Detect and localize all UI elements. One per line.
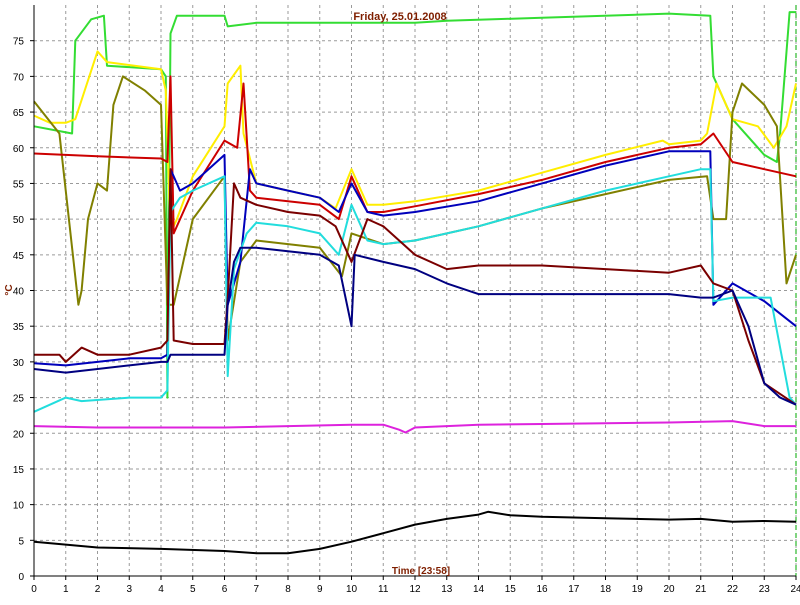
chart-title: Friday, 25.01.2008 — [353, 11, 446, 23]
x-tick-label: 18 — [600, 584, 612, 595]
y-tick-label: 35 — [13, 322, 25, 333]
x-axis-title: Time [23:58] — [392, 566, 450, 577]
y-tick-label: 55 — [13, 179, 25, 190]
line-chart: 0 1 2 3 4 5 6 7 8 9 10 11 12 13 14 15 16 17 18 19 20 21 22 23 24… — [0, 0, 800, 600]
x-tick-label: 8 — [285, 584, 291, 595]
x-tick-label: 13 — [441, 584, 453, 595]
x-tick-label: 16 — [536, 584, 548, 595]
y-tick-label: 5 — [18, 536, 24, 547]
x-tick-label: 5 — [190, 584, 196, 595]
y-tick-label: 60 — [13, 144, 25, 155]
y-tick-label: 0 — [18, 572, 24, 583]
x-tick-label: 11 — [378, 584, 389, 595]
x-tick-label: 10 — [346, 584, 358, 595]
y-tick-label: 65 — [13, 108, 25, 119]
chart: 0 1 2 3 4 5 6 7 8 9 10 11 12 13 14 15 16 17 18 19 20 21 22 23 24… — [0, 0, 800, 600]
x-tick-label: 3 — [126, 584, 132, 595]
x-tick-label: 1 — [63, 584, 69, 595]
y-tick-label: 30 — [13, 358, 25, 369]
y-tick-label: 20 — [13, 429, 25, 440]
x-tick-label: 22 — [727, 584, 739, 595]
x-tick-label: 15 — [505, 584, 517, 595]
x-tick-label: 7 — [253, 584, 259, 595]
x-tick-label: 0 — [31, 584, 37, 595]
x-tick-label: 20 — [663, 584, 675, 595]
x-tick-label: 23 — [759, 584, 771, 595]
x-tick-label: 21 — [695, 584, 707, 595]
y-tick-label: 45 — [13, 251, 25, 262]
y-tick-label: 10 — [13, 501, 25, 512]
x-tick-label: 12 — [409, 584, 421, 595]
x-tick-label: 17 — [568, 584, 580, 595]
chart-background — [0, 0, 800, 600]
x-tick-label: 14 — [473, 584, 485, 595]
x-tick-label: 6 — [222, 584, 228, 595]
y-axis-title: °C — [4, 284, 15, 295]
y-tick-label: 15 — [13, 465, 25, 476]
y-tick-label: 50 — [13, 215, 25, 226]
x-tick-label: 24 — [790, 584, 800, 595]
x-tick-label: 19 — [632, 584, 644, 595]
y-tick-label: 25 — [13, 394, 25, 405]
x-tick-label: 9 — [317, 584, 323, 595]
x-tick-label: 4 — [158, 584, 164, 595]
x-tick-label: 2 — [95, 584, 101, 595]
y-tick-label: 75 — [13, 37, 25, 48]
y-tick-label: 70 — [13, 72, 25, 83]
